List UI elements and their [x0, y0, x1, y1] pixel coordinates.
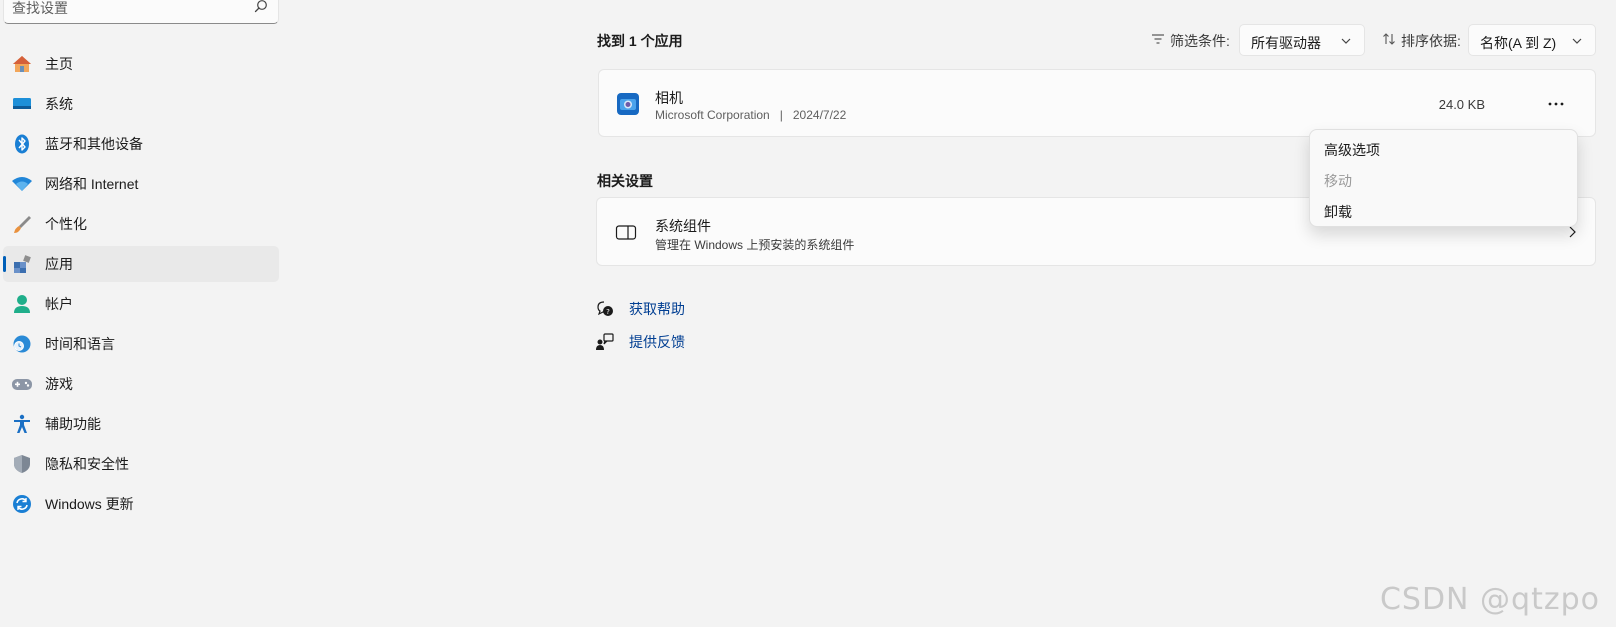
- system-components-icon: [615, 225, 637, 240]
- app-context-menu: 高级选项 移动 卸载: [1309, 129, 1578, 227]
- svg-text:?: ?: [606, 308, 610, 316]
- sort-value: 名称(A 到 Z): [1480, 35, 1557, 51]
- search-icon[interactable]: [254, 0, 268, 13]
- results-count: 找到 1 个应用: [597, 33, 683, 49]
- shield-icon: [14, 455, 30, 473]
- app-name: 相机: [655, 90, 683, 106]
- system-components-desc: 管理在 Windows 上预安装的系统组件: [655, 238, 855, 252]
- sidebar-item-accessibility[interactable]: 辅助功能: [3, 406, 279, 442]
- sidebar-item-label: 系统: [45, 96, 73, 112]
- sidebar-item-label: 蓝牙和其他设备: [45, 136, 143, 152]
- sidebar-item-label: 辅助功能: [45, 416, 101, 432]
- sidebar-item-label: 应用: [45, 256, 73, 272]
- sidebar-item-system[interactable]: 系统: [3, 86, 279, 122]
- related-settings-title: 相关设置: [597, 173, 653, 189]
- filter-icon: [1152, 34, 1164, 44]
- app-publisher: Microsoft Corporation: [655, 108, 770, 122]
- settings-window: 主页 系统 蓝牙和其他设备 网络和 Internet: [0, 0, 1616, 627]
- help-icon: ?: [597, 301, 613, 316]
- account-icon: [14, 295, 30, 313]
- home-icon: [13, 56, 31, 72]
- app-install-date: 2024/7/22: [792, 108, 847, 122]
- menu-item-move: 移动: [1324, 173, 1352, 189]
- brush-icon: [14, 216, 31, 233]
- more-options-button[interactable]: [1541, 90, 1571, 118]
- sidebar-item-label: 网络和 Internet: [45, 176, 139, 192]
- sidebar-item-gaming[interactable]: 游戏: [3, 366, 279, 402]
- sidebar-item-privacy[interactable]: 隐私和安全性: [3, 446, 279, 482]
- app-size: 24.0 KB: [1438, 97, 1485, 112]
- sidebar-item-bluetooth[interactable]: 蓝牙和其他设备: [3, 126, 279, 162]
- feedback-icon: [596, 333, 614, 350]
- gamepad-icon: [12, 379, 32, 390]
- sidebar-item-label: Windows 更新: [45, 496, 134, 512]
- feedback-label[interactable]: 提供反馈: [629, 332, 685, 352]
- sort-icon: [1383, 33, 1395, 45]
- chevron-down-icon: [1341, 38, 1351, 44]
- sort-dropdown[interactable]: 名称(A 到 Z): [1468, 24, 1596, 56]
- accessibility-icon: [14, 414, 30, 433]
- get-help-link[interactable]: ? 获取帮助: [595, 298, 685, 320]
- get-help-label[interactable]: 获取帮助: [629, 299, 685, 319]
- chevron-down-icon: [1572, 38, 1582, 44]
- chevron-right-icon: [1569, 226, 1576, 238]
- bluetooth-icon: [15, 134, 29, 154]
- sidebar-item-label: 时间和语言: [45, 336, 115, 352]
- sidebar-item-time-language[interactable]: 时间和语言: [3, 326, 279, 362]
- sidebar-item-accounts[interactable]: 帐户: [3, 286, 279, 322]
- menu-item-uninstall[interactable]: 卸载: [1324, 202, 1352, 222]
- sidebar-item-label: 主页: [45, 56, 73, 72]
- feedback-link[interactable]: 提供反馈: [595, 331, 685, 353]
- app-meta: Microsoft Corporation | 2024/7/22: [655, 108, 846, 122]
- sidebar-item-label: 个性化: [45, 216, 87, 232]
- app-list-item: 相机 Microsoft Corporation | 2024/7/22 24.…: [598, 69, 1596, 137]
- sidebar-item-home[interactable]: 主页: [3, 46, 279, 82]
- sidebar-nav: 主页 系统 蓝牙和其他设备 网络和 Internet 个性化 应用 帐户 时间和…: [3, 46, 279, 526]
- filter-dropdown[interactable]: 所有驱动器: [1239, 24, 1365, 56]
- sidebar-item-personalization[interactable]: 个性化: [3, 206, 279, 242]
- sidebar-item-label: 游戏: [45, 376, 73, 392]
- sidebar-item-label: 隐私和安全性: [45, 456, 129, 472]
- system-components-title: 系统组件: [655, 218, 711, 234]
- apps-icon: [14, 255, 31, 273]
- globe-clock-icon: [13, 335, 31, 353]
- search-box[interactable]: [3, 0, 279, 24]
- filter-value: 所有驱动器: [1251, 35, 1321, 51]
- camera-icon: [617, 93, 639, 115]
- wifi-icon: [12, 177, 32, 191]
- menu-item-advanced-options[interactable]: 高级选项: [1324, 140, 1380, 160]
- sidebar-item-apps[interactable]: 应用: [3, 246, 279, 282]
- search-input[interactable]: [12, 0, 242, 17]
- watermark: CSDN @qtzpo: [1379, 582, 1600, 617]
- filter-label: 筛选条件:: [1170, 33, 1230, 49]
- sort-label: 排序依据:: [1401, 33, 1461, 49]
- sidebar-item-windows-update[interactable]: Windows 更新: [3, 486, 279, 522]
- sidebar-item-label: 帐户: [45, 296, 73, 312]
- meta-separator: |: [779, 108, 783, 122]
- sidebar-item-network[interactable]: 网络和 Internet: [3, 166, 279, 202]
- update-icon: [13, 495, 31, 513]
- system-icon: [13, 98, 31, 109]
- active-indicator: [3, 256, 6, 272]
